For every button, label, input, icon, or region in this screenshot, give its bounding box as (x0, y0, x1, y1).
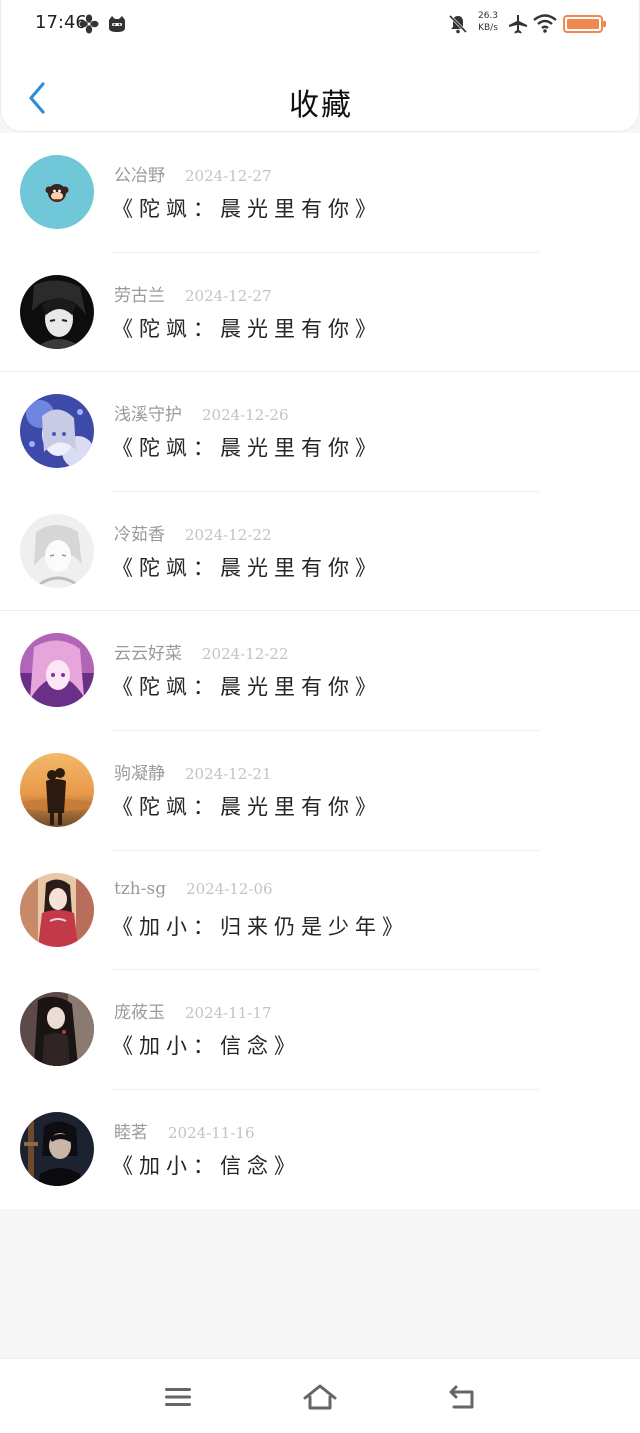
username[interactable]: 冷茹香 (114, 520, 165, 545)
date: 2024-12-26 (202, 406, 289, 425)
list-item[interactable]: 公冶野 2024-12-27 《陀飒：晨光里有你》 (0, 133, 640, 253)
favorites-list: 公冶野 2024-12-27 《陀飒：晨光里有你》 劳古兰 2024-12-27… (0, 133, 640, 1210)
dark-hair-girl-avatar (20, 992, 94, 1067)
work-title[interactable]: 《陀飒：晨光里有你》 (112, 791, 382, 821)
username[interactable]: 公冶野 (114, 161, 165, 186)
favorites-screen: 17:46 26.3 KB/s 收藏 公冶野 2024-12-27 《陀飒：晨光… (0, 0, 640, 1433)
item-meta: 冷茹香 2024-12-22 (114, 520, 272, 545)
item-meta: 劳古兰 2024-12-27 (114, 281, 272, 306)
username[interactable]: 云云好菜 (114, 639, 182, 664)
list-item[interactable]: 驹凝静 2024-12-21 《陀飒：晨光里有你》 (0, 731, 640, 851)
item-meta: 睦茗 2024-11-16 (114, 1118, 255, 1143)
header: 收藏 (1, 60, 640, 132)
network-speed: 26.3 KB/s (475, 10, 501, 34)
status-bar: 17:46 26.3 KB/s (1, 0, 640, 48)
item-meta: 驹凝静 2024-12-21 (114, 759, 272, 784)
date: 2024-12-27 (185, 286, 272, 305)
list-item[interactable]: 庞莜玉 2024-11-17 《加小：信念》 (0, 970, 640, 1090)
work-title[interactable]: 《陀飒：晨光里有你》 (112, 671, 382, 701)
list-item[interactable]: 劳古兰 2024-12-27 《陀飒：晨光里有你》 (0, 253, 640, 373)
sketch-girl-avatar (20, 513, 94, 588)
hanfu-girl-avatar (20, 872, 94, 947)
work-title[interactable]: 《陀飒：晨光里有你》 (112, 552, 382, 582)
avatar[interactable] (20, 155, 94, 229)
menu-button[interactable] (158, 1379, 198, 1415)
cat-app-icon (107, 14, 127, 38)
username[interactable]: 睦茗 (114, 1118, 148, 1143)
anime-boy-bw-avatar (20, 274, 94, 349)
date: 2024-12-22 (202, 645, 289, 664)
cartoon-monkey-avatar (20, 155, 94, 229)
list-item[interactable]: tzh-sg 2024-12-06 《加小：归来仍是少年》 (0, 851, 640, 971)
username[interactable]: 庞莜玉 (114, 998, 165, 1023)
airplane-icon (507, 13, 529, 39)
username[interactable]: 浅溪守护 (114, 400, 182, 425)
date: 2024-12-06 (186, 879, 273, 898)
avatar[interactable] (20, 992, 94, 1067)
fan-icon (79, 14, 99, 38)
date: 2024-12-21 (185, 764, 272, 783)
top-bar: 17:46 26.3 KB/s 收藏 (0, 0, 640, 132)
home-icon (303, 1384, 337, 1410)
avatar[interactable] (20, 872, 94, 947)
avatar[interactable] (20, 513, 94, 588)
avatar[interactable] (20, 1111, 94, 1186)
battery-icon (563, 14, 607, 38)
item-meta: 公冶野 2024-12-27 (114, 161, 272, 186)
work-title[interactable]: 《加小：归来仍是少年》 (112, 911, 409, 941)
net-speed-unit: KB/s (478, 23, 498, 33)
date: 2024-11-16 (168, 1123, 255, 1142)
menu-icon (165, 1388, 191, 1406)
wifi-icon (533, 13, 557, 37)
date: 2024-12-22 (185, 525, 272, 544)
back-icon (449, 1385, 474, 1409)
item-meta: 浅溪守护 2024-12-26 (114, 400, 289, 425)
back-nav-button[interactable] (442, 1379, 482, 1415)
list-item[interactable]: 浅溪守护 2024-12-26 《陀飒：晨光里有你》 (0, 372, 640, 492)
work-title[interactable]: 《陀飒：晨光里有你》 (112, 193, 382, 223)
list-item[interactable]: 云云好菜 2024-12-22 《陀飒：晨光里有你》 (0, 611, 640, 731)
bell-muted-icon (447, 13, 469, 39)
item-meta: 庞莜玉 2024-11-17 (114, 998, 272, 1023)
home-button[interactable] (300, 1379, 340, 1415)
anime-girl-blue-avatar (20, 394, 94, 469)
avatar[interactable] (20, 633, 94, 708)
username[interactable]: 劳古兰 (114, 281, 165, 306)
item-meta: tzh-sg 2024-12-06 (114, 879, 273, 903)
page-title: 收藏 (289, 88, 353, 123)
avatar[interactable] (20, 274, 94, 349)
work-title[interactable]: 《加小：信念》 (112, 1150, 301, 1180)
date: 2024-12-27 (185, 167, 272, 185)
item-meta: 云云好菜 2024-12-22 (114, 639, 289, 664)
work-title[interactable]: 《陀飒：晨光里有你》 (112, 313, 382, 343)
net-speed-value: 26.3 (477, 11, 499, 21)
work-title[interactable]: 《加小：信念》 (112, 1030, 301, 1060)
system-nav-bar (0, 1358, 640, 1433)
sunset-couple-avatar (20, 752, 94, 827)
username[interactable]: tzh-sg (114, 879, 166, 899)
list-item[interactable]: 睦茗 2024-11-16 《加小：信念》 (0, 1090, 640, 1210)
avatar[interactable] (20, 752, 94, 827)
anime-girl-pink-avatar (20, 633, 94, 708)
avatar[interactable] (20, 394, 94, 469)
work-title[interactable]: 《陀飒：晨光里有你》 (112, 432, 382, 462)
date: 2024-11-17 (185, 1004, 272, 1023)
guitar-boy-avatar (20, 1111, 94, 1186)
username[interactable]: 驹凝静 (114, 759, 165, 784)
list-item[interactable]: 冷茹香 2024-12-22 《陀飒：晨光里有你》 (0, 492, 640, 612)
